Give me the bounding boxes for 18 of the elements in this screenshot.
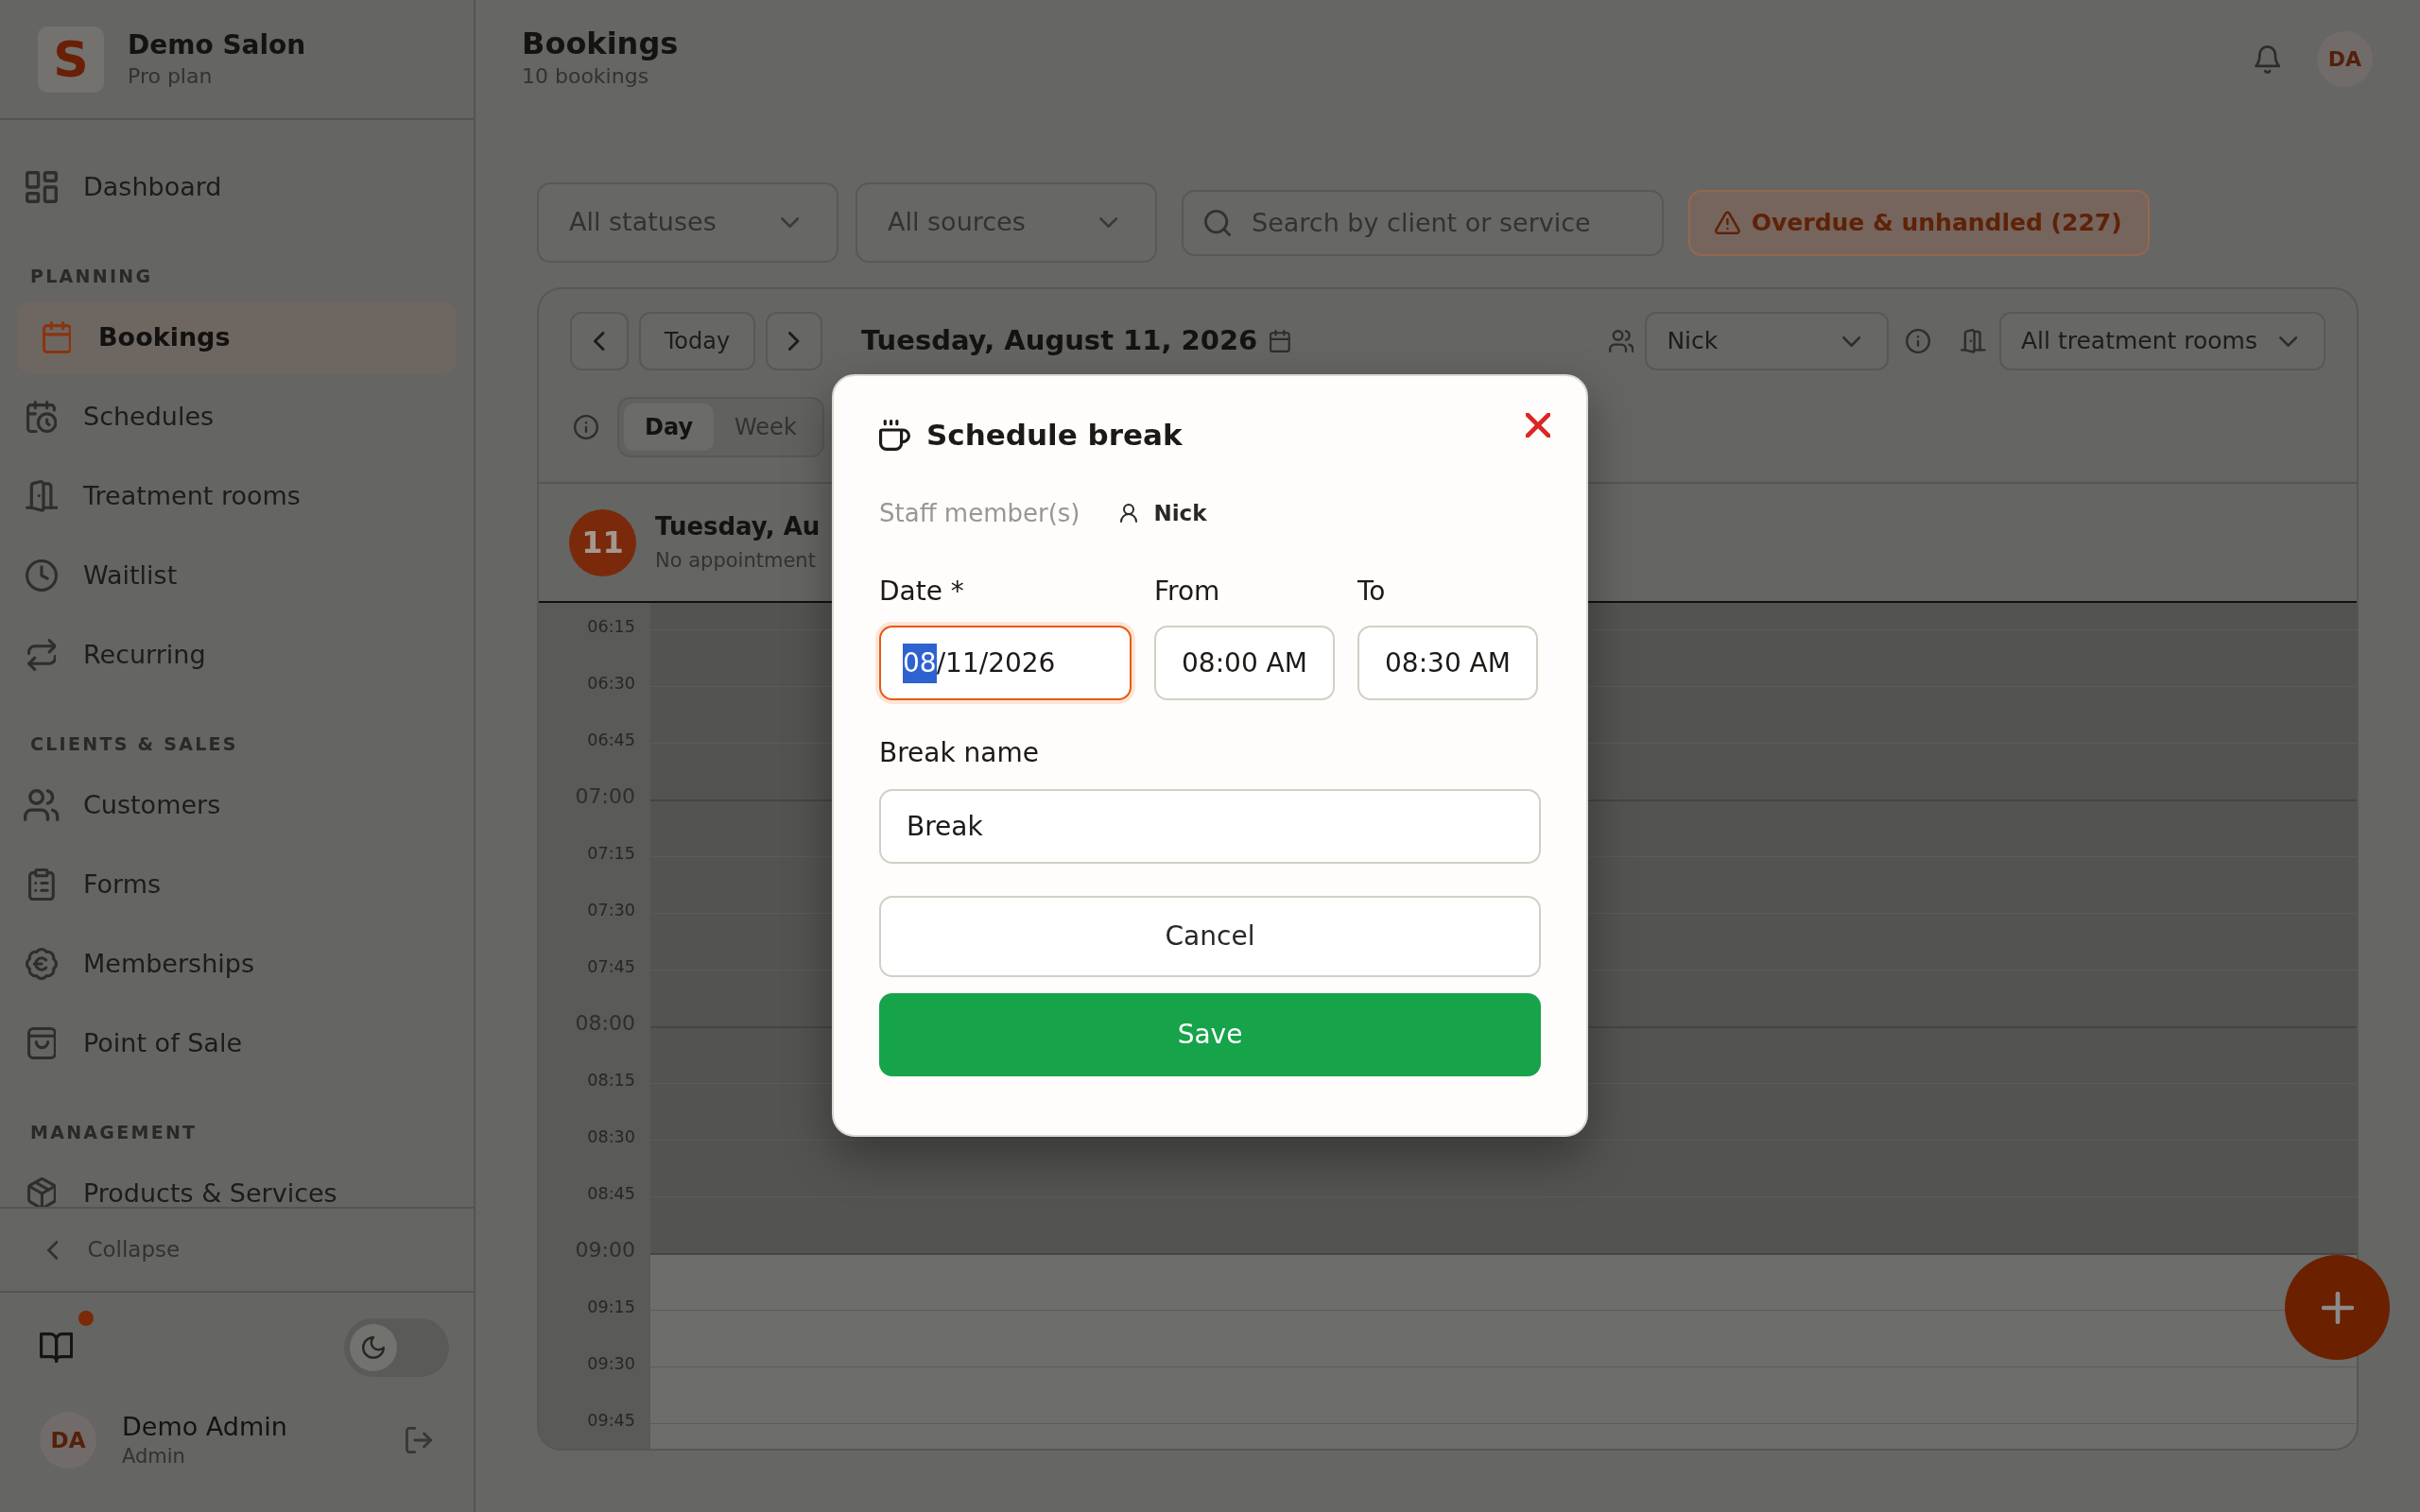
section-heading: PLANNING bbox=[30, 265, 153, 288]
salon-name: Demo Salon bbox=[128, 27, 306, 62]
field-label: From bbox=[1154, 575, 1220, 609]
field-label: To bbox=[1357, 575, 1386, 609]
dialog-title: Schedule break bbox=[926, 417, 1183, 454]
field-label: Date * bbox=[879, 575, 964, 609]
logo: S bbox=[38, 26, 104, 93]
section-heading: MANAGEMENT bbox=[30, 1121, 198, 1144]
section-heading: CLIENTS & SALES bbox=[30, 732, 238, 756]
page-title: Bookings bbox=[522, 25, 679, 62]
user-avatar: DA bbox=[40, 1412, 96, 1469]
field-label: Break name bbox=[879, 736, 1039, 770]
staff-label: Staff member(s) bbox=[879, 497, 1080, 529]
staff-name: Nick bbox=[1153, 499, 1207, 527]
day-title: Tuesday, Au bbox=[655, 511, 821, 542]
date-badge: 11 bbox=[569, 508, 636, 576]
date-title: Tuesday, August 11, 2026 bbox=[861, 323, 1258, 359]
user-name: Demo Admin bbox=[122, 1411, 287, 1443]
